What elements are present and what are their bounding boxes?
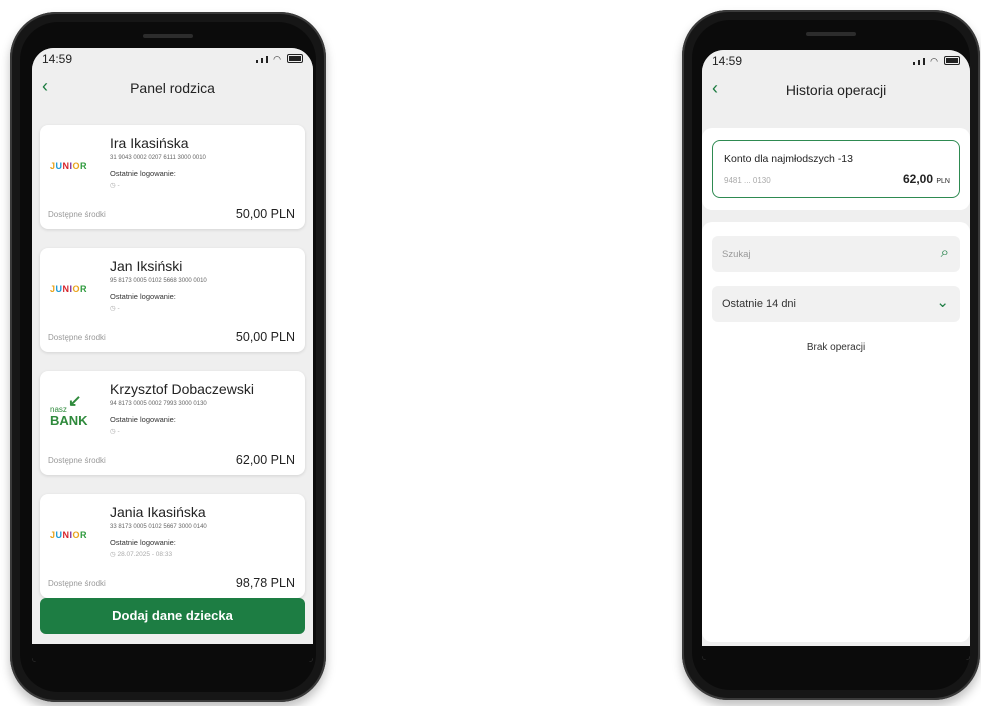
last-login-text: 28.07.2025 - 08:33 — [117, 551, 173, 558]
clock-icon: ◷ — [110, 305, 116, 312]
left-speaker — [143, 34, 193, 38]
child-name: Krzysztof Dobaczewski — [110, 381, 254, 397]
status-time: 14:59 — [42, 52, 73, 66]
account-card[interactable]: Konto dla najmłodszych -13 9481 ... 0130… — [712, 140, 960, 198]
chevron-down-icon[interactable]: ⌄ — [936, 293, 949, 311]
account-number: 94 8173 0005 0002 7993 3000 0130 — [110, 401, 207, 407]
last-login-text: - — [117, 428, 120, 435]
junior-logo: JUNIOR — [50, 284, 88, 294]
child-card[interactable]: JUNIOR Jan Iksiński 95 8173 0005 0102 56… — [40, 248, 305, 352]
bottom-bar — [702, 646, 970, 660]
account-number: 95 8173 0005 0102 5668 3000 0010 — [110, 278, 207, 284]
child-card[interactable]: ↙ nasz BANK Krzysztof Dobaczewski 94 817… — [40, 371, 305, 475]
child-name: Jan Iksiński — [110, 258, 183, 274]
signal-icon — [923, 58, 926, 65]
child-card[interactable]: JUNIOR Ira Ikasińska 31 9043 0002 0207 6… — [40, 125, 305, 229]
account-balance: 62,00 PLN — [903, 172, 950, 186]
nav-bar: ‹ Panel rodzica — [32, 70, 313, 106]
balance-value: 62,00 — [903, 172, 934, 186]
balance-currency: PLN — [936, 178, 950, 185]
right-screen: 14:59 ◠ ‹ Historia operacji Konto dla na… — [702, 50, 970, 660]
status-bar: 14:59 ◠ — [702, 50, 970, 72]
available-funds-label: Dostępne środki — [48, 456, 106, 465]
nasz-bank-logo: ↙ nasz BANK — [50, 393, 88, 428]
junior-logo: JUNIOR — [50, 161, 88, 171]
add-child-button[interactable]: Dodaj dane dziecka — [40, 598, 305, 634]
no-operations-text: Brak operacji — [806, 342, 866, 353]
status-time: 14:59 — [712, 54, 743, 68]
last-login-label: Ostatnie logowanie: — [110, 292, 176, 301]
last-login-value: ◷ - — [110, 427, 120, 435]
last-login-label: Ostatnie logowanie: — [110, 169, 176, 178]
status-bar: 14:59 ◠ — [32, 48, 313, 70]
arrow-icon: ↙ — [68, 393, 82, 410]
available-amount: 50,00 PLN — [235, 207, 295, 221]
status-icons: ◠ — [913, 56, 960, 66]
junior-logo: JUNIOR — [50, 530, 88, 540]
signal-icon — [918, 60, 921, 65]
signal-icon — [256, 60, 259, 63]
available-amount: 98,78 PLN — [235, 576, 295, 590]
signal-icon — [266, 56, 269, 63]
available-funds-label: Dostępne środki — [48, 333, 106, 342]
account-name: Konto dla najmłodszych -13 — [724, 153, 853, 165]
search-icon[interactable]: ⌕ — [941, 244, 949, 261]
signal-icon — [261, 58, 264, 63]
wifi-icon: ◠ — [273, 54, 281, 64]
account-number: 9481 ... 0130 — [724, 176, 771, 185]
account-number: 31 9043 0002 0207 6111 3000 0010 — [110, 155, 206, 161]
available-amount: 62,00 PLN — [235, 453, 295, 467]
left-phone: 14:59 ◠ ‹ Panel rodzica JUNIOR Ira Ikasi… — [10, 12, 326, 702]
account-number: 33 8173 0005 0102 5667 3000 0140 — [110, 524, 207, 530]
last-login-text: - — [117, 305, 120, 312]
page-title: Panel rodzica — [130, 80, 215, 96]
child-name: Jania Ikasińska — [110, 504, 206, 520]
search-placeholder: Szukaj — [722, 249, 751, 260]
available-funds-label: Dostępne środki — [48, 579, 106, 588]
left-screen: 14:59 ◠ ‹ Panel rodzica JUNIOR Ira Ikasi… — [32, 48, 313, 662]
page-title: Historia operacji — [785, 82, 887, 98]
child-card[interactable]: JUNIOR Jania Ikasińska 33 8173 0005 0102… — [40, 494, 305, 598]
period-value: Ostatnie 14 dni — [722, 298, 796, 310]
signal-icon — [913, 62, 916, 65]
bottom-bar — [32, 644, 313, 662]
last-login-value: ◷ 28.07.2025 - 08:33 — [110, 550, 172, 558]
last-login-label: Ostatnie logowanie: — [110, 415, 176, 424]
wifi-icon: ◠ — [930, 56, 938, 66]
nav-bar: ‹ Historia operacji — [702, 72, 970, 108]
clock-icon: ◷ — [110, 428, 116, 435]
clock-icon: ◷ — [110, 551, 116, 558]
available-funds-label: Dostępne środki — [48, 210, 106, 219]
right-phone: 14:59 ◠ ‹ Historia operacji Konto dla na… — [682, 10, 980, 700]
right-speaker — [806, 32, 856, 36]
search-input[interactable]: Szukaj ⌕ — [712, 236, 960, 272]
status-icons: ◠ — [256, 54, 303, 64]
battery-icon — [944, 56, 960, 65]
available-amount: 50,00 PLN — [235, 330, 295, 344]
last-login-label: Ostatnie logowanie: — [110, 538, 176, 547]
last-login-value: ◷ - — [110, 181, 120, 189]
operations-panel — [702, 222, 970, 642]
last-login-text: - — [117, 182, 120, 189]
clock-icon: ◷ — [110, 182, 116, 189]
period-select[interactable]: Ostatnie 14 dni ⌄ — [712, 286, 960, 322]
child-name: Ira Ikasińska — [110, 135, 189, 151]
last-login-value: ◷ - — [110, 304, 120, 312]
battery-icon — [287, 54, 303, 63]
